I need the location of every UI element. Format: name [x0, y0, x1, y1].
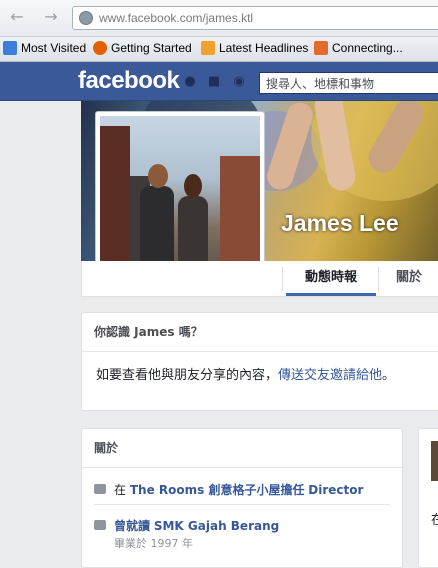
friend-requests-icon[interactable]: ● — [183, 75, 197, 89]
address-bar[interactable]: www.facebook.com/james.ktl — [72, 6, 438, 30]
right-column-text: 在 — [431, 513, 438, 528]
know-card: 你認識 James 嗎？ 如要查看他與朋友分享的內容，傳送交友邀請給他。 — [81, 312, 438, 411]
thumbnail — [431, 441, 438, 481]
profile-picture-frame[interactable] — [95, 111, 265, 281]
mail-icon — [314, 41, 328, 55]
facebook-header: facebook ● ■ ◉ 搜尋人、地標和事物 — [0, 62, 438, 101]
profile-name[interactable]: James Lee — [281, 210, 399, 237]
most-visited-icon — [3, 41, 17, 55]
bookmark-most-visited[interactable]: Most Visited — [3, 41, 86, 55]
know-card-title: 你認識 James 嗎？ — [82, 313, 438, 352]
search-input[interactable]: 搜尋人、地標和事物 — [259, 72, 438, 94]
forward-arrow-icon[interactable]: → — [40, 6, 62, 28]
right-column-card: 在 — [418, 428, 438, 568]
globe-icon — [79, 11, 93, 25]
notifications-globe-icon[interactable]: ◉ — [232, 75, 246, 89]
work-place-link[interactable]: The Rooms 創意格子小屋擔任 — [130, 483, 305, 497]
back-arrow-icon[interactable]: ← — [6, 6, 28, 28]
browser-toolbar: ← → www.facebook.com/james.ktl — [0, 0, 438, 37]
firefox-icon — [93, 41, 107, 55]
facebook-logo[interactable]: facebook — [78, 67, 180, 95]
bookmarks-toolbar: Most Visited Getting Started Latest Head… — [0, 37, 438, 62]
briefcase-icon — [94, 484, 106, 494]
school-link[interactable]: SMK Gajah Berang — [154, 519, 279, 533]
bookmark-latest-headlines[interactable]: Latest Headlines — [201, 41, 308, 55]
url-text: www.facebook.com/james.ktl — [99, 11, 254, 25]
tab-timeline[interactable]: 動態時報 — [286, 261, 376, 296]
bookmark-getting-started[interactable]: Getting Started — [93, 41, 192, 55]
education-sub: 畢業於 1997 年 — [114, 537, 193, 550]
messages-icon[interactable]: ■ — [207, 75, 221, 89]
work-row: 在 The Rooms 創意格子小屋擔任 Director — [94, 481, 363, 498]
profile-tabs: 動態時報 關於 — [81, 261, 438, 297]
bookmark-connecting[interactable]: Connecting... — [314, 41, 403, 55]
rss-icon — [201, 41, 215, 55]
about-card: 關於 在 The Rooms 創意格子小屋擔任 Director 曾就讀 SMK… — [81, 428, 403, 568]
school-icon — [94, 520, 106, 530]
tab-about[interactable]: 關於 — [384, 261, 434, 296]
send-friend-request-link[interactable]: 傳送交友邀請給他 — [278, 368, 382, 383]
know-card-body: 如要查看他與朋友分享的內容，傳送交友邀請給他。 — [96, 368, 396, 383]
about-card-title[interactable]: 關於 — [82, 429, 402, 468]
education-row: 曾就讀 SMK Gajah Berang — [94, 517, 279, 534]
profile-picture — [100, 116, 260, 276]
